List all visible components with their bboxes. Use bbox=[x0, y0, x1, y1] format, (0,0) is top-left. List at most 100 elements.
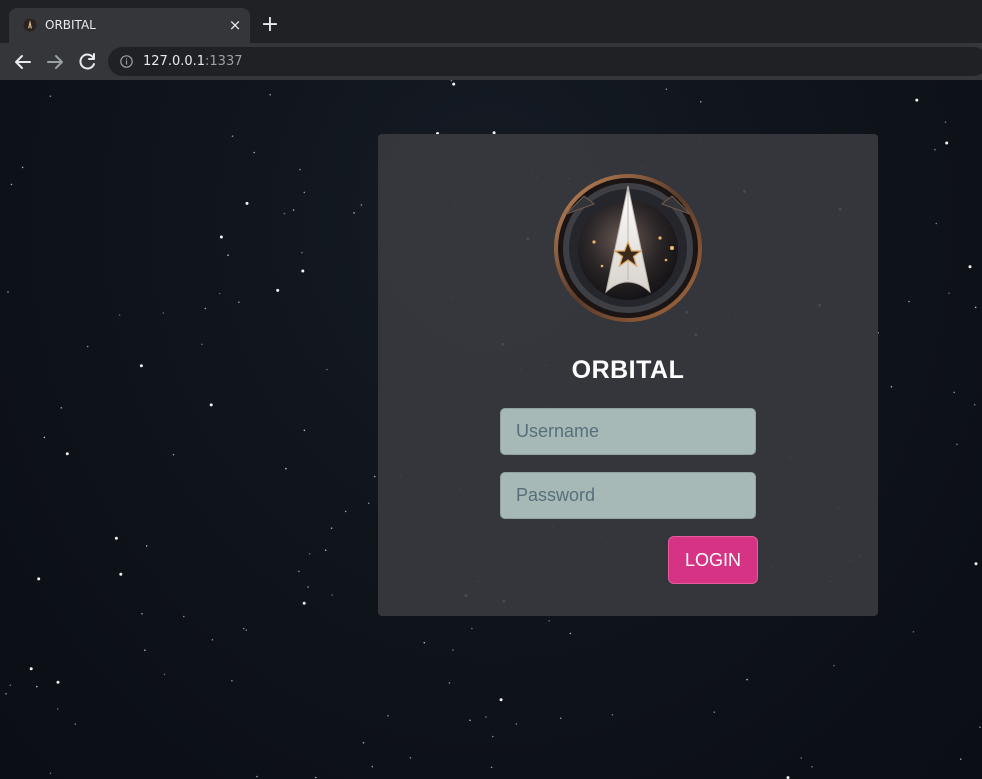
star bbox=[979, 726, 981, 728]
star bbox=[204, 307, 207, 310]
star bbox=[10, 183, 13, 186]
star bbox=[141, 612, 143, 615]
star bbox=[559, 717, 562, 719]
star bbox=[308, 553, 311, 555]
tab-close-icon[interactable]: × bbox=[226, 16, 244, 34]
star bbox=[611, 714, 614, 716]
star bbox=[231, 680, 233, 682]
star bbox=[49, 95, 52, 97]
star bbox=[253, 151, 255, 154]
star bbox=[65, 452, 69, 456]
star bbox=[9, 684, 12, 687]
orbital-emblem-logo bbox=[554, 174, 702, 322]
star bbox=[450, 80, 453, 82]
star bbox=[471, 627, 473, 630]
star bbox=[934, 148, 936, 151]
star bbox=[56, 680, 60, 684]
star bbox=[245, 201, 249, 205]
star bbox=[973, 403, 976, 406]
star bbox=[665, 88, 668, 90]
tab-strip: ORBITAL × + bbox=[0, 0, 982, 43]
star bbox=[908, 300, 910, 303]
star bbox=[452, 649, 454, 651]
star bbox=[387, 715, 389, 717]
star bbox=[353, 212, 355, 214]
app-title: ORBITAL bbox=[571, 356, 685, 384]
info-icon[interactable] bbox=[120, 55, 133, 68]
arrow-left-icon[interactable] bbox=[11, 50, 35, 74]
reload-icon[interactable] bbox=[75, 50, 99, 74]
star bbox=[219, 235, 223, 239]
address-bar[interactable]: 127.0.0.1:1337 bbox=[108, 47, 982, 76]
browser-tab[interactable]: ORBITAL × bbox=[9, 8, 250, 43]
star bbox=[448, 682, 451, 684]
star bbox=[915, 98, 919, 102]
star bbox=[74, 723, 77, 725]
star bbox=[331, 594, 334, 596]
star bbox=[60, 407, 63, 409]
login-button[interactable]: LOGIN bbox=[668, 536, 758, 584]
star bbox=[144, 649, 146, 651]
star bbox=[301, 269, 305, 273]
url-text: 127.0.0.1:1337 bbox=[143, 54, 243, 69]
star bbox=[945, 141, 949, 145]
star bbox=[371, 765, 374, 768]
browser-toolbar: 127.0.0.1:1337 bbox=[0, 43, 982, 80]
star bbox=[218, 292, 221, 295]
star bbox=[256, 775, 258, 778]
star bbox=[485, 716, 487, 718]
star bbox=[409, 757, 412, 759]
star bbox=[49, 772, 52, 775]
star bbox=[499, 698, 503, 702]
star bbox=[362, 741, 365, 744]
star bbox=[307, 586, 309, 588]
star bbox=[360, 204, 363, 206]
password-input[interactable] bbox=[500, 472, 756, 519]
star bbox=[452, 82, 456, 86]
star bbox=[492, 735, 494, 738]
arrow-right-icon[interactable] bbox=[43, 50, 67, 74]
star bbox=[330, 527, 333, 529]
url-host: 127.0.0.1 bbox=[143, 54, 206, 69]
star bbox=[211, 639, 214, 641]
star bbox=[890, 385, 893, 388]
star bbox=[314, 776, 317, 779]
star bbox=[231, 135, 234, 137]
star bbox=[974, 306, 977, 309]
star bbox=[948, 292, 950, 294]
new-tab-button[interactable]: + bbox=[259, 14, 281, 36]
star bbox=[299, 168, 301, 171]
star bbox=[303, 191, 306, 194]
star bbox=[245, 629, 248, 631]
username-input[interactable] bbox=[500, 408, 756, 455]
star bbox=[490, 766, 493, 769]
star bbox=[119, 572, 123, 576]
favicon-icon bbox=[23, 18, 37, 32]
star bbox=[912, 631, 915, 633]
star bbox=[243, 627, 245, 630]
star bbox=[326, 368, 328, 371]
star bbox=[811, 766, 813, 768]
star bbox=[746, 678, 748, 681]
star bbox=[935, 222, 938, 225]
star bbox=[713, 711, 716, 713]
star bbox=[367, 502, 370, 505]
star bbox=[292, 209, 295, 211]
star bbox=[301, 251, 303, 254]
star bbox=[86, 345, 89, 348]
star bbox=[183, 615, 185, 618]
star bbox=[172, 453, 175, 456]
star bbox=[944, 121, 947, 123]
star bbox=[209, 403, 213, 407]
star bbox=[139, 364, 143, 368]
star bbox=[238, 301, 240, 303]
star bbox=[968, 265, 972, 269]
star bbox=[5, 693, 7, 695]
star bbox=[515, 723, 518, 725]
star bbox=[974, 562, 978, 566]
star bbox=[303, 429, 306, 432]
star bbox=[56, 708, 59, 710]
star bbox=[298, 570, 300, 573]
star bbox=[162, 312, 165, 314]
star bbox=[21, 166, 24, 169]
